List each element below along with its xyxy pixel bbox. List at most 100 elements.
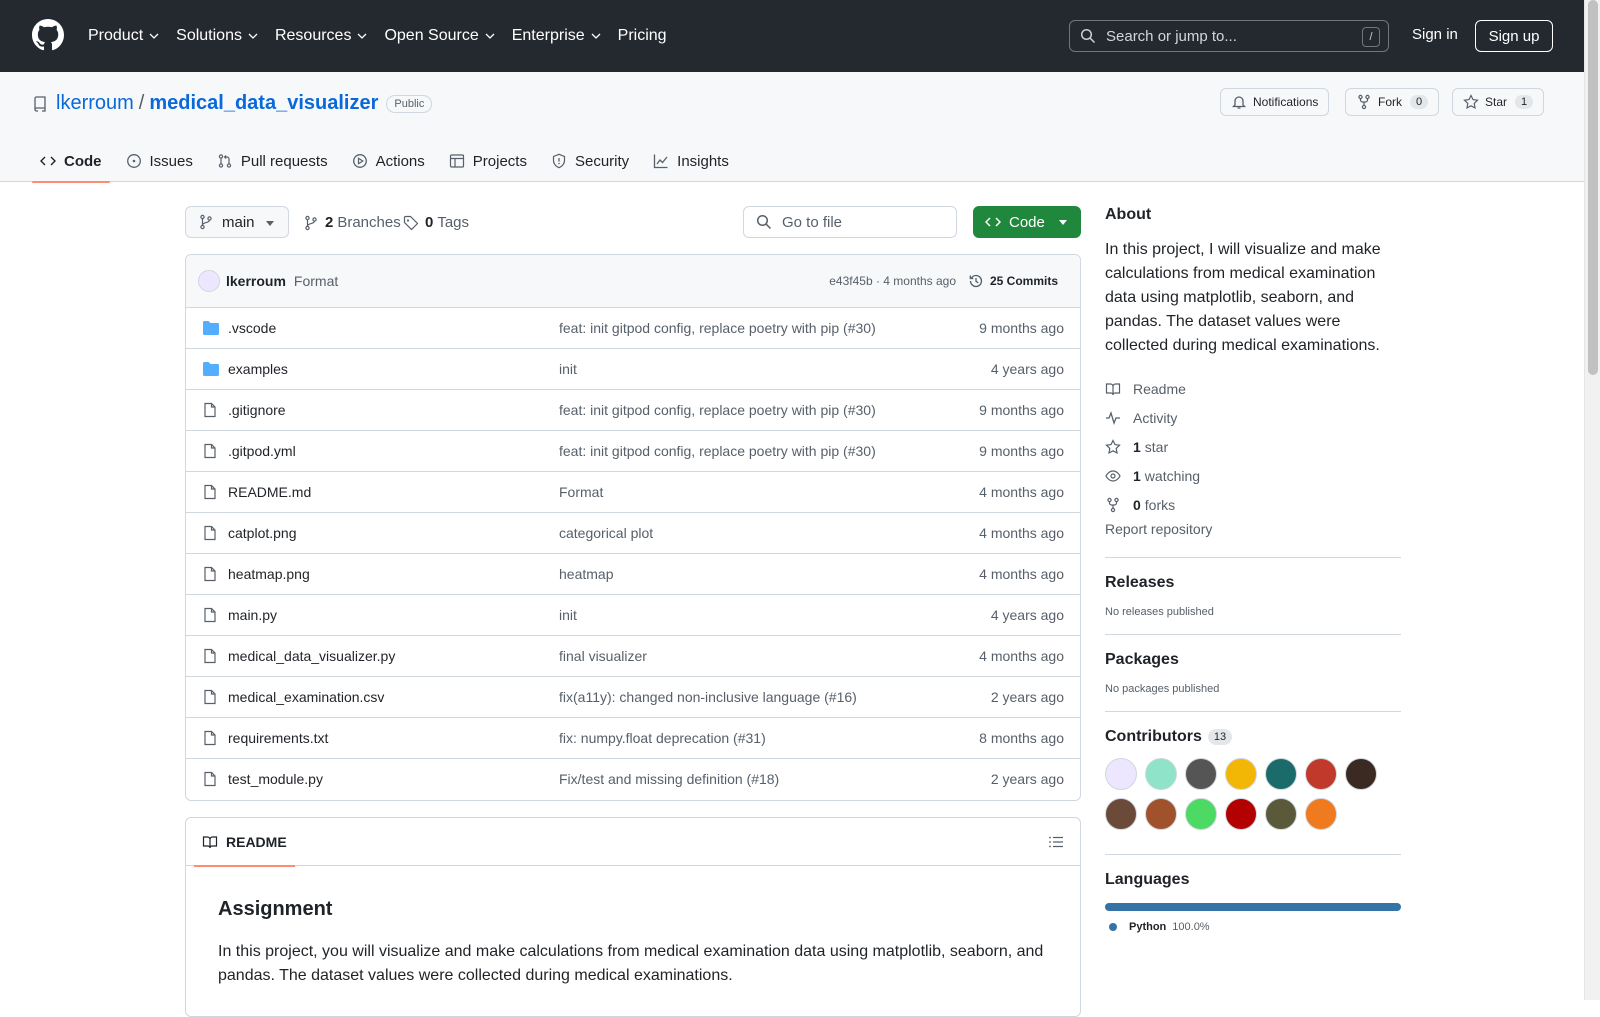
- file-name-link[interactable]: examples: [228, 361, 288, 377]
- contributor-avatar[interactable]: [1225, 798, 1257, 830]
- github-logo-icon[interactable]: [32, 19, 64, 51]
- commits-link[interactable]: 25 Commits: [968, 273, 1058, 289]
- fork-count: 0: [1410, 95, 1429, 109]
- contributor-avatar[interactable]: [1265, 798, 1297, 830]
- file-commit-message[interactable]: fix: numpy.float deprecation (#31): [559, 730, 766, 746]
- contributor-avatar[interactable]: [1105, 758, 1137, 790]
- table-icon: [449, 154, 464, 168]
- scrollbar-thumb[interactable]: [1588, 0, 1598, 375]
- tab-insights[interactable]: Insights: [645, 140, 737, 182]
- contributor-avatar[interactable]: [1265, 758, 1297, 790]
- branch-selector[interactable]: main: [185, 206, 289, 238]
- contributors-title[interactable]: Contributors 13: [1105, 728, 1401, 746]
- file-row[interactable]: .gitpod.yml feat: init gitpod config, rep…: [186, 431, 1080, 472]
- nav-enterprise[interactable]: Enterprise: [512, 27, 602, 45]
- tab-issues[interactable]: Issues: [118, 140, 201, 182]
- report-repository-link[interactable]: Report repository: [1105, 521, 1401, 541]
- contributor-avatar[interactable]: [1225, 758, 1257, 790]
- file-commit-message[interactable]: fix(a11y): changed non-inclusive languag…: [559, 689, 857, 705]
- contributor-avatar[interactable]: [1305, 798, 1337, 830]
- language-item-python[interactable]: Python 100.0%: [1105, 921, 1401, 933]
- repo-owner-link[interactable]: lkerroum: [56, 92, 134, 115]
- file-name-link[interactable]: test_module.py: [228, 771, 323, 787]
- outline-list-icon[interactable]: [1048, 834, 1064, 850]
- file-name-link[interactable]: README.md: [228, 484, 311, 500]
- file-commit-message[interactable]: Format: [559, 484, 603, 500]
- tab-projects[interactable]: Projects: [441, 140, 535, 182]
- notifications-button[interactable]: Notifications: [1220, 88, 1330, 116]
- commit-sha-time[interactable]: e43f45b · 4 months ago: [829, 274, 956, 288]
- releases-title[interactable]: Releases: [1105, 574, 1401, 592]
- file-row[interactable]: main.py init 4 years ago: [186, 595, 1080, 636]
- fork-icon: [1358, 94, 1370, 110]
- contributor-avatar[interactable]: [1345, 758, 1377, 790]
- contributor-avatar[interactable]: [1305, 758, 1337, 790]
- tab-security[interactable]: Security: [543, 140, 637, 182]
- search-input[interactable]: Search or jump to... /: [1069, 20, 1389, 52]
- file-commit-message[interactable]: final visualizer: [559, 648, 647, 664]
- tab-actions[interactable]: Actions: [344, 140, 433, 182]
- chevron-down-icon: [591, 33, 601, 39]
- repo-name-link[interactable]: medical_data_visualizer: [149, 92, 378, 115]
- watchers-link[interactable]: 1 watching: [1105, 461, 1401, 490]
- tab-pull-requests[interactable]: Pull requests: [209, 140, 336, 182]
- file-commit-message[interactable]: feat: init gitpod config, replace poetry…: [559, 443, 876, 459]
- file-name-link[interactable]: main.py: [228, 607, 277, 623]
- file-name-link[interactable]: heatmap.png: [228, 566, 310, 582]
- nav-pricing[interactable]: Pricing: [618, 27, 667, 45]
- file-name-link[interactable]: medical_examination.csv: [228, 689, 384, 705]
- nav-resources[interactable]: Resources: [275, 27, 368, 45]
- nav-product[interactable]: Product: [88, 27, 160, 45]
- sign-up-button[interactable]: Sign up: [1475, 20, 1553, 52]
- commit-message[interactable]: Format: [294, 273, 338, 289]
- file-commit-message[interactable]: init: [559, 607, 577, 623]
- file-row[interactable]: .gitignore feat: init gitpod config, repl…: [186, 390, 1080, 431]
- forks-link[interactable]: 0 forks: [1105, 490, 1401, 519]
- file-row[interactable]: heatmap.png heatmap 4 months ago: [186, 554, 1080, 595]
- nav-open-source[interactable]: Open Source: [384, 27, 495, 45]
- avatar[interactable]: [198, 270, 220, 292]
- nav-solutions[interactable]: Solutions: [176, 27, 259, 45]
- file-commit-message[interactable]: heatmap: [559, 566, 613, 582]
- sign-in-link[interactable]: Sign in: [1412, 26, 1458, 43]
- file-commit-message[interactable]: Fix/test and missing definition (#18): [559, 771, 779, 787]
- go-to-file-input[interactable]: Go to file: [743, 206, 957, 238]
- readme-tab[interactable]: README: [194, 818, 295, 867]
- star-button[interactable]: Star 1: [1452, 88, 1545, 116]
- packages-title[interactable]: Packages: [1105, 651, 1401, 669]
- page-scrollbar[interactable]: [1584, 0, 1600, 1000]
- file-row[interactable]: examples init 4 years ago: [186, 349, 1080, 390]
- file-row[interactable]: requirements.txt fix: numpy.float depreca…: [186, 718, 1080, 759]
- file-name-link[interactable]: medical_data_visualizer.py: [228, 648, 395, 664]
- file-name-link[interactable]: .vscode: [228, 320, 276, 336]
- file-name-link[interactable]: requirements.txt: [228, 730, 328, 746]
- tags-link[interactable]: 0 Tags: [403, 214, 469, 231]
- file-row[interactable]: medical_data_visualizer.py final visualiz…: [186, 636, 1080, 677]
- file-name-link[interactable]: catplot.png: [228, 525, 297, 541]
- file-commit-message[interactable]: init: [559, 361, 577, 377]
- fork-button[interactable]: Fork 0: [1345, 88, 1440, 116]
- commit-author[interactable]: lkerroum: [226, 273, 286, 289]
- file-commit-message[interactable]: feat: init gitpod config, replace poetry…: [559, 402, 876, 418]
- tags-label: Tags: [437, 214, 470, 231]
- tab-code[interactable]: Code: [32, 140, 110, 183]
- file-commit-message[interactable]: categorical plot: [559, 525, 653, 541]
- file-row[interactable]: test_module.py Fix/test and missing defin…: [186, 759, 1080, 800]
- file-row[interactable]: .vscode feat: init gitpod config, replace…: [186, 308, 1080, 349]
- activity-link[interactable]: Activity: [1105, 403, 1401, 432]
- contributor-avatar[interactable]: [1185, 798, 1217, 830]
- file-row[interactable]: catplot.png categorical plot 4 months ago: [186, 513, 1080, 554]
- branches-link[interactable]: 2 Branches: [303, 214, 401, 231]
- file-name-link[interactable]: .gitpod.yml: [228, 443, 296, 459]
- file-row[interactable]: README.md Format 4 months ago: [186, 472, 1080, 513]
- contributor-avatar[interactable]: [1145, 758, 1177, 790]
- file-commit-message[interactable]: feat: init gitpod config, replace poetry…: [559, 320, 876, 336]
- file-row[interactable]: medical_examination.csv fix(a11y): change…: [186, 677, 1080, 718]
- file-name-link[interactable]: .gitignore: [228, 402, 286, 418]
- contributor-avatar[interactable]: [1105, 798, 1137, 830]
- readme-link[interactable]: Readme: [1105, 374, 1401, 403]
- contributor-avatar[interactable]: [1185, 758, 1217, 790]
- code-dropdown-button[interactable]: Code: [973, 206, 1081, 238]
- stars-link[interactable]: 1 star: [1105, 432, 1401, 461]
- contributor-avatar[interactable]: [1145, 798, 1177, 830]
